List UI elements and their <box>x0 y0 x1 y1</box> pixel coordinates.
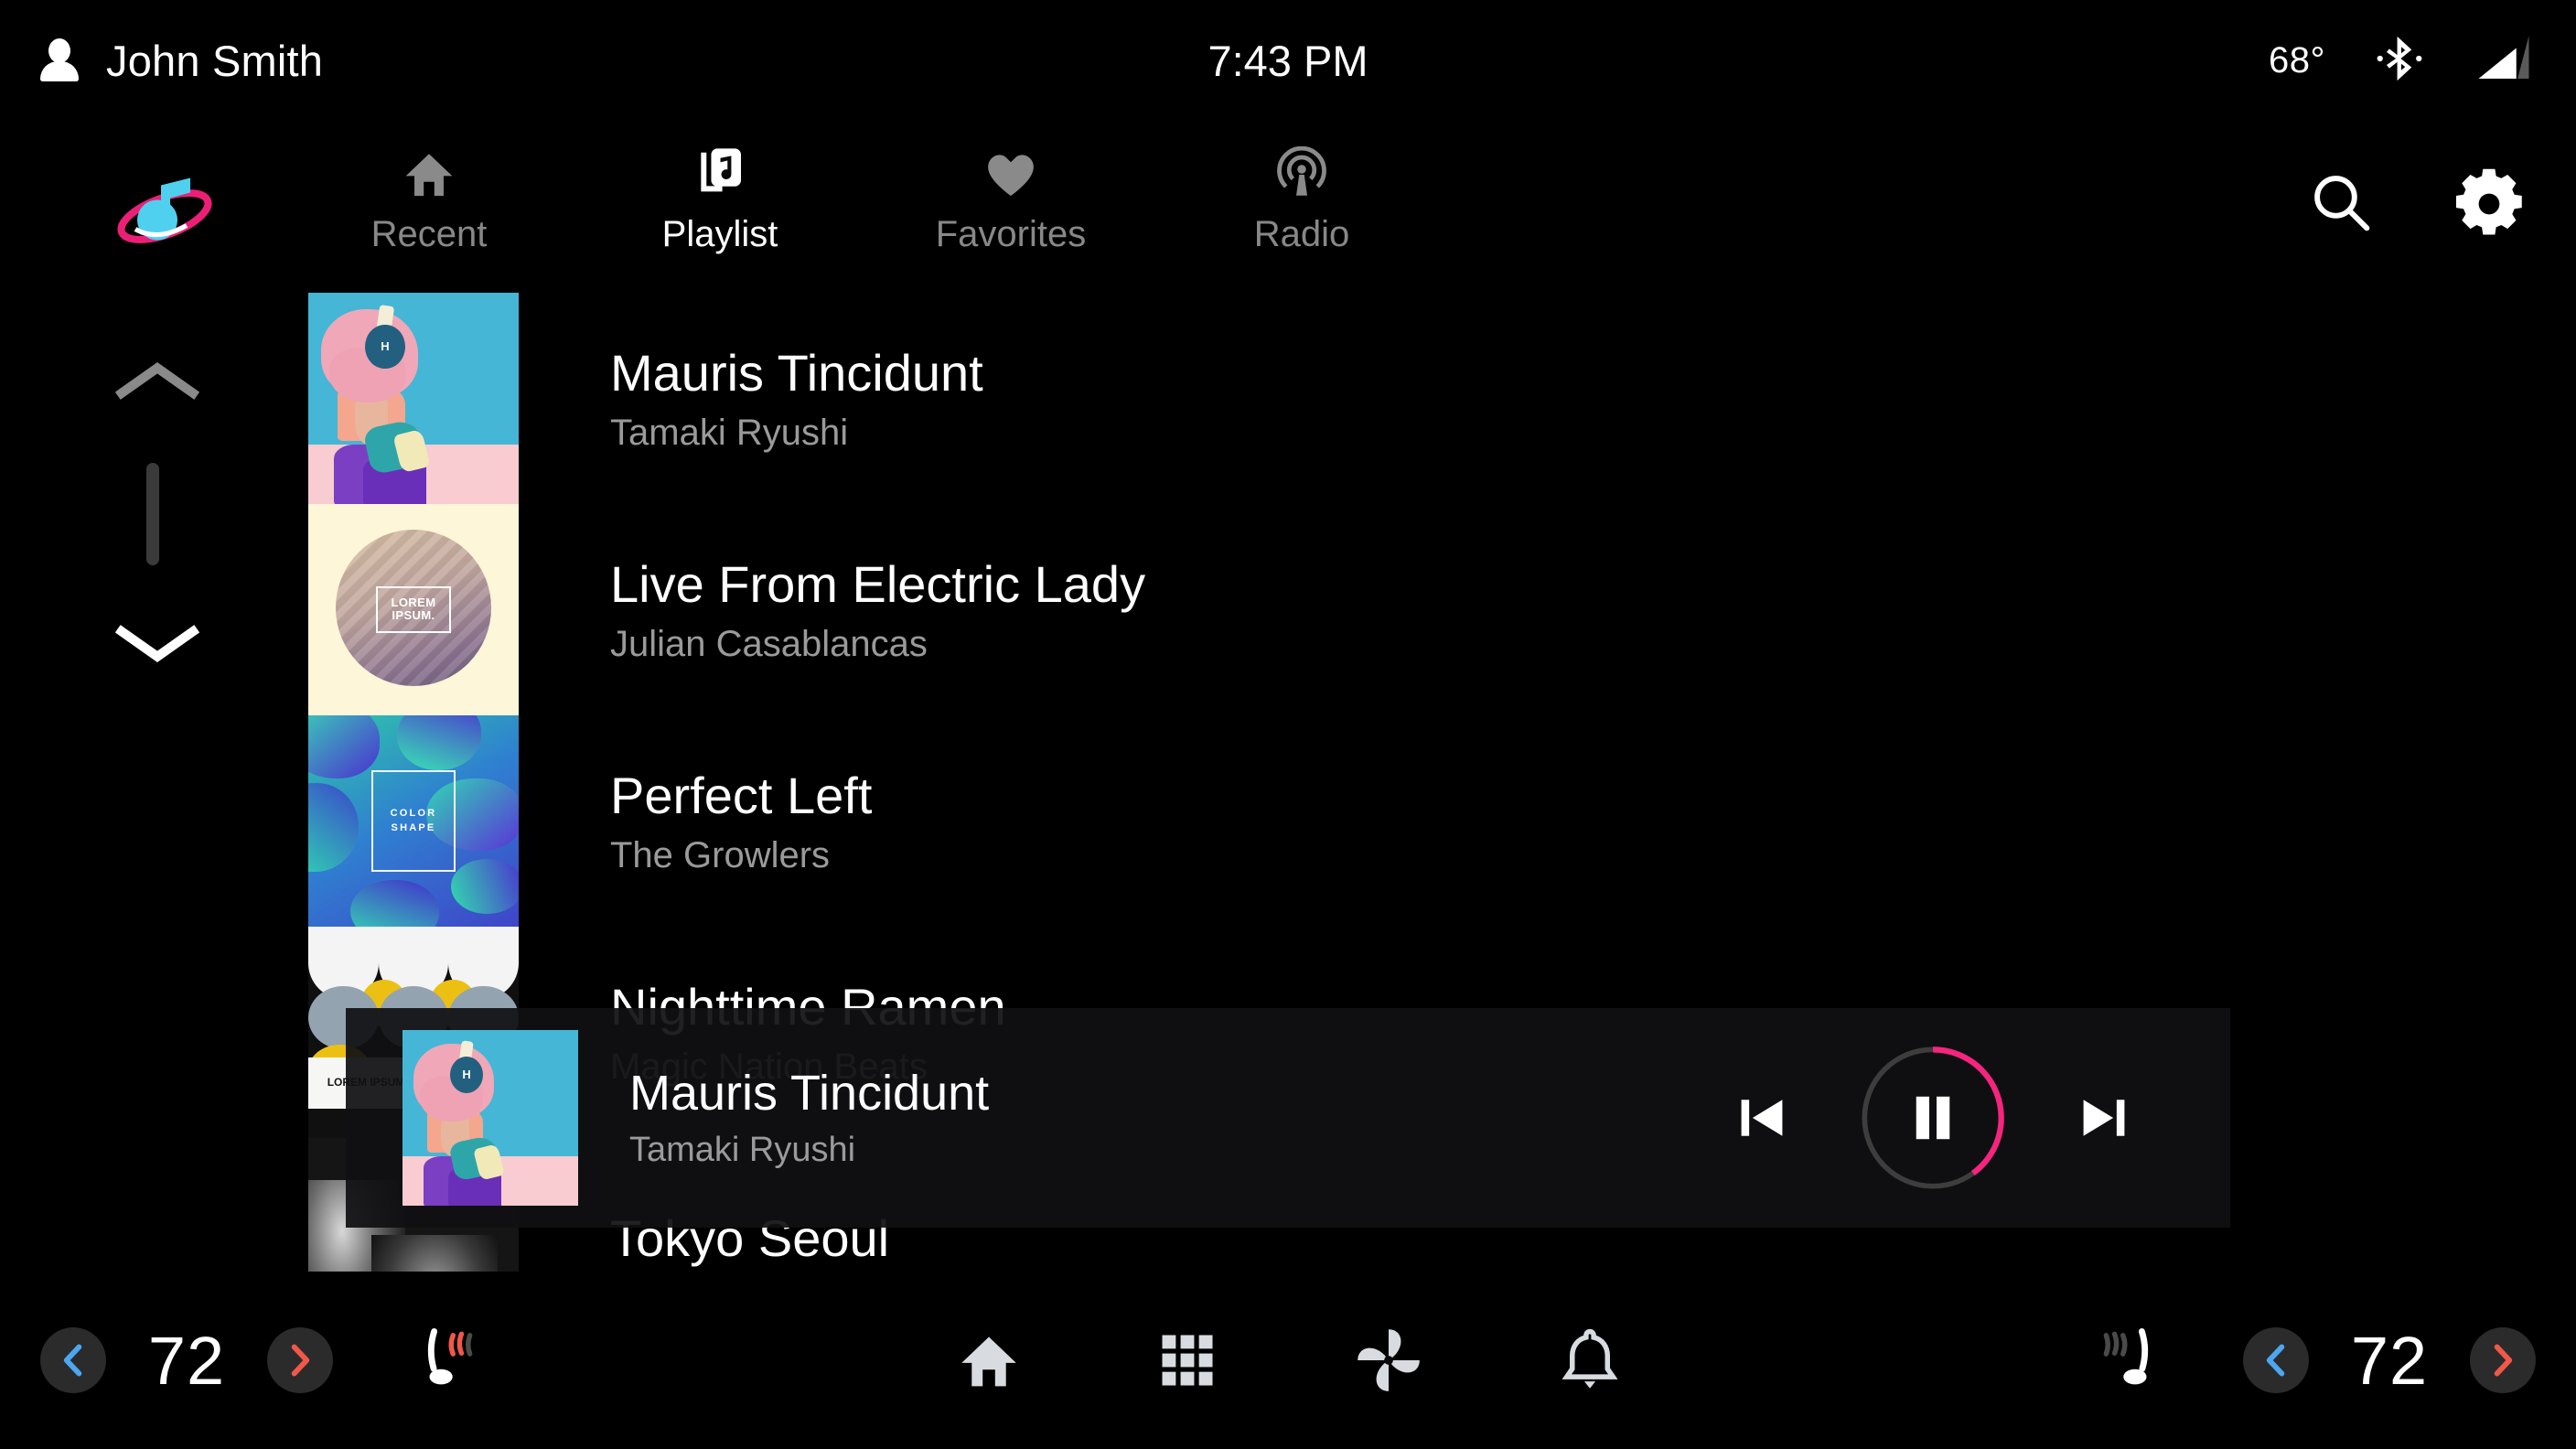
track-artist: The Growlers <box>610 835 831 876</box>
track-title: Perfect Left <box>610 766 873 824</box>
chevron-down-icon[interactable] <box>114 620 200 668</box>
app-tab-bar: Recent Playlist Favorites Radio <box>0 121 2576 289</box>
bell-icon <box>1562 1328 1618 1389</box>
tab-favorites-label: Favorites <box>935 214 1087 254</box>
album-art-label: COLOR SHAPE <box>371 770 456 872</box>
now-playing-artist: Tamaki Ryushi <box>629 1130 856 1169</box>
passenger-temp-increase-button[interactable] <box>2470 1327 2536 1393</box>
heated-seat-icon <box>427 1328 473 1385</box>
driver-temperature-control: 72 <box>40 1322 333 1400</box>
driver-temp-increase-button[interactable] <box>267 1327 333 1393</box>
radio-waves-icon <box>1273 145 1330 203</box>
play-pause-button[interactable] <box>1857 1042 2009 1194</box>
tab-playlist-label: Playlist <box>661 214 778 254</box>
music-note-orbit-logo[interactable] <box>110 159 220 255</box>
heated-seat-icon <box>2103 1328 2149 1385</box>
table-row[interactable]: Mauris Tincidunt Tamaki Ryushi <box>308 293 2229 504</box>
passenger-heated-seat-button[interactable] <box>2086 1321 2164 1400</box>
driver-temp-value: 72 <box>147 1322 226 1399</box>
driver-heated-seat-button[interactable] <box>412 1321 490 1400</box>
status-bar: John Smith 7:43 PM 68° <box>0 0 2576 121</box>
driver-temp-decrease-button[interactable] <box>40 1327 106 1393</box>
now-playing-title: Mauris Tincidunt <box>629 1066 990 1122</box>
tab-radio[interactable]: Radio <box>1156 121 1447 255</box>
album-art <box>308 293 519 504</box>
passenger-temp-value: 72 <box>2350 1322 2429 1399</box>
outside-temperature: 68° <box>2269 39 2325 80</box>
status-bar-indicators: 68° <box>2269 32 2576 90</box>
playlist-scroll-rail <box>108 357 209 942</box>
user-name: John Smith <box>106 36 324 85</box>
tab-playlist[interactable]: Playlist <box>574 121 865 255</box>
nav-home[interactable] <box>956 1329 1022 1391</box>
skip-previous-icon[interactable] <box>1733 1089 1791 1147</box>
passenger-temp-decrease-button[interactable] <box>2243 1327 2309 1393</box>
now-playing-meta: Mauris Tincidunt Tamaki Ryushi <box>629 1066 989 1169</box>
fan-icon <box>1358 1329 1420 1391</box>
status-bar-user[interactable]: John Smith <box>0 36 323 86</box>
now-playing-album-art <box>402 1030 578 1206</box>
passenger-temperature-control: 72 <box>2243 1322 2536 1400</box>
bluetooth-icon <box>2373 32 2426 90</box>
tab-recent-label: Recent <box>370 214 488 254</box>
apps-grid-icon <box>1162 1335 1213 1386</box>
nav-apps[interactable] <box>1157 1330 1218 1390</box>
skip-next-icon[interactable] <box>2075 1089 2133 1147</box>
home-icon <box>401 145 457 203</box>
playlist-icon <box>692 145 748 203</box>
album-art-label: LOREM IPSUM. <box>375 586 452 633</box>
nav-climate[interactable] <box>1353 1325 1424 1396</box>
track-artist: Julian Casablancas <box>610 624 928 665</box>
tab-recent[interactable]: Recent <box>284 121 574 255</box>
chevron-up-icon[interactable] <box>114 357 200 404</box>
scrollbar-thumb[interactable] <box>146 463 159 565</box>
nav-notifications[interactable] <box>1560 1327 1620 1393</box>
clock: 7:43 PM <box>1208 36 1368 85</box>
gear-icon[interactable] <box>2453 166 2525 242</box>
pause-icon <box>1916 1096 1950 1140</box>
search-icon[interactable] <box>2307 168 2375 241</box>
track-title: Mauris Tincidunt <box>610 343 983 402</box>
album-art: COLOR SHAPE <box>308 715 519 927</box>
now-playing-bar[interactable]: Mauris Tincidunt Tamaki Ryushi <box>346 1008 2230 1228</box>
track-title: Live From Electric Lady <box>610 554 1146 613</box>
tab-favorites[interactable]: Favorites <box>865 121 1156 255</box>
album-art: LOREM IPSUM. <box>308 504 519 715</box>
climate-nav-bar: 72 72 <box>0 1272 2576 1449</box>
app-actions <box>2307 166 2525 242</box>
heart-icon <box>982 145 1039 203</box>
track-artist: Tamaki Ryushi <box>610 413 849 454</box>
person-icon <box>38 37 80 84</box>
transport-controls <box>1733 1042 2230 1194</box>
tab-list: Recent Playlist Favorites Radio <box>284 121 1447 255</box>
table-row[interactable]: COLOR SHAPE Perfect Left The Growlers <box>308 715 2229 927</box>
tab-radio-label: Radio <box>1253 214 1350 254</box>
cellular-signal-icon <box>2474 33 2534 89</box>
table-row[interactable]: LOREM IPSUM. Live From Electric Lady Jul… <box>308 504 2229 715</box>
